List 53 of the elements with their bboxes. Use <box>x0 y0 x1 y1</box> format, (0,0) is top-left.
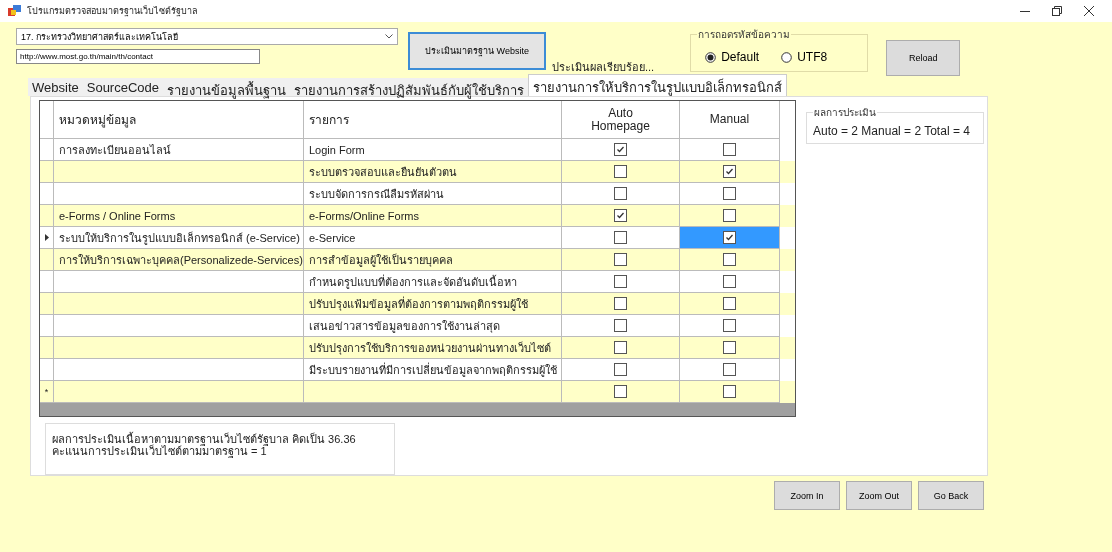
checkbox[interactable] <box>614 209 627 222</box>
window-title: โปรแกรมตรวจสอบมาตรฐานเว็บไซต์รัฐบาล <box>27 4 198 18</box>
url-field[interactable]: http://www.most.go.th/main/th/contact <box>16 49 260 64</box>
checkbox[interactable] <box>723 363 736 376</box>
chevron-down-icon <box>385 34 393 39</box>
checkbox[interactable] <box>723 275 736 288</box>
check-icon <box>616 211 625 220</box>
checkbox[interactable] <box>723 143 736 156</box>
results-text: Auto = 2 Manual = 2 Total = 4 <box>813 124 970 138</box>
checkbox[interactable] <box>614 363 627 376</box>
summary-text: คะแนนการประเมินเว็บไซต์ตามมาตรฐาน = 1 <box>52 445 267 458</box>
checkbox[interactable] <box>723 187 736 200</box>
check-icon <box>725 233 734 242</box>
checkbox[interactable] <box>614 275 627 288</box>
checkbox[interactable] <box>614 231 627 244</box>
radio-button[interactable] <box>705 51 717 63</box>
checkbox[interactable] <box>614 297 627 310</box>
checkbox[interactable] <box>723 385 736 398</box>
checkbox[interactable] <box>723 165 736 178</box>
maximize-icon[interactable] <box>1052 6 1062 16</box>
reload-button[interactable]: Reload <box>886 40 961 76</box>
app-icon <box>8 5 21 17</box>
agency-dropdown[interactable]: 17. กระทรวงวิทยาศาสตร์และเทคโนโลยี <box>16 28 398 45</box>
action-button[interactable]: Zoom In <box>774 481 840 510</box>
check-icon <box>616 145 625 154</box>
row-header[interactable]: * <box>40 381 54 403</box>
summary-text: ผลการประเมินเนื้อหาตามมาตรฐานเว็บไซต์รัฐบาล คิดเป็น 36.36 <box>52 434 357 446</box>
radio-label[interactable]: UTF8 <box>797 50 828 64</box>
checkbox[interactable] <box>723 253 736 266</box>
action-button[interactable]: Zoom Out <box>846 481 912 510</box>
action-button[interactable]: Go Back <box>918 481 984 510</box>
checkbox[interactable] <box>723 209 736 222</box>
checkbox[interactable] <box>614 253 627 266</box>
checkbox[interactable] <box>614 341 627 354</box>
tab[interactable]: รายงานการให้บริการในรูปแบบอิเล็กทรอนิกส์ <box>528 74 787 96</box>
checkbox[interactable] <box>614 187 627 200</box>
checkbox[interactable] <box>614 165 627 178</box>
radio-button[interactable] <box>781 51 793 63</box>
tab[interactable]: Website <box>28 78 83 96</box>
current-row-icon <box>44 234 49 241</box>
checkbox[interactable] <box>723 297 736 310</box>
checkbox[interactable] <box>723 319 736 332</box>
close-icon[interactable] <box>1084 6 1094 16</box>
checkbox[interactable] <box>614 143 627 156</box>
checkbox[interactable] <box>614 319 627 332</box>
check-icon <box>725 167 734 176</box>
evaluate-button[interactable]: ประเมินมาตรฐาน Website <box>408 32 546 70</box>
tab[interactable]: SourceCode <box>82 78 163 96</box>
checkbox[interactable] <box>723 341 736 354</box>
checkbox[interactable] <box>614 385 627 398</box>
checkbox[interactable] <box>723 231 736 244</box>
radio-label[interactable]: Default <box>721 50 760 64</box>
status-text: ประเมินผลเรียบร้อย... <box>552 60 655 75</box>
